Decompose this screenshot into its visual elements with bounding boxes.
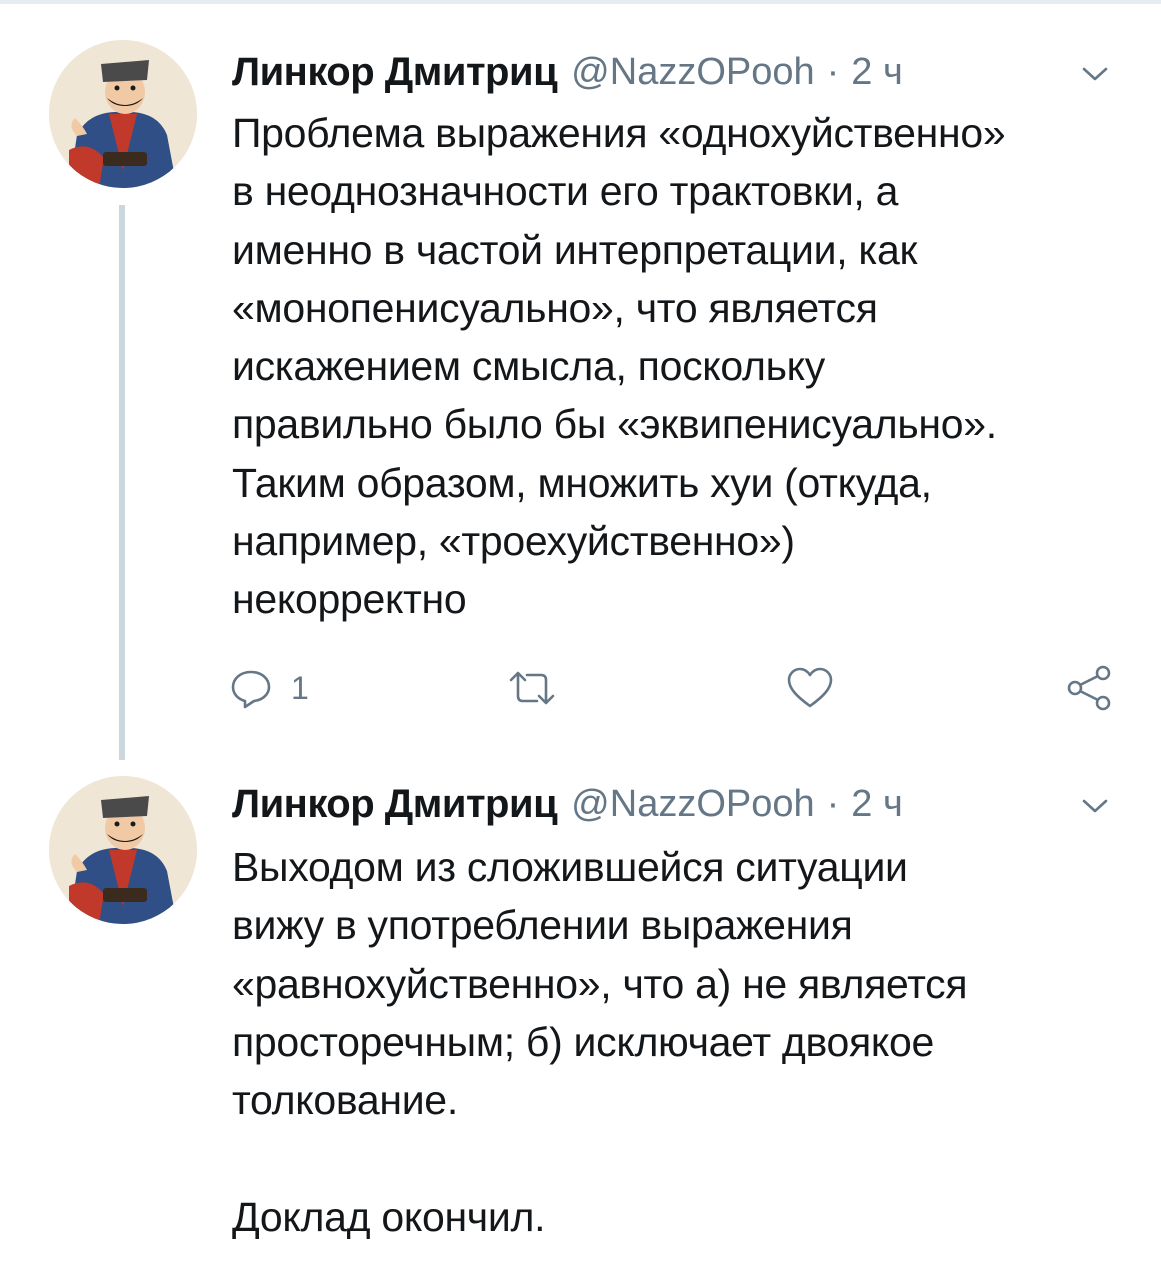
tweet-text-line: некорректно [232,576,467,623]
tweet-text-line: именно в частой интерпретации, как [232,226,918,273]
reply-icon [231,670,271,709]
share-button[interactable] [1065,658,1113,718]
tweet-text-line: например, «троехуйственно») [232,518,795,565]
author-handle[interactable]: @NazzOPooh [571,51,814,94]
tweet-text-line: «монопенисуально», что является [232,284,878,331]
tweet-text-line: Таким образом, множить хуи (откуда, [232,459,932,506]
author-name[interactable]: Линкор Дмитриц [232,50,558,95]
thread-connector-line [119,205,125,760]
chevron-down-icon[interactable] [1082,64,1108,84]
tweet-text-line: толкование. [232,1077,458,1124]
timestamp[interactable]: 2 ч [851,51,903,94]
tweet-text-line: в неоднозначности его трактовки, а [232,168,899,215]
author-handle[interactable]: @NazzOPooh [571,783,814,826]
chevron-down-icon[interactable] [1082,796,1108,816]
tweet-text-line: искажением смысла, поскольку [232,343,825,390]
tweet-text-line: вижу в употреблении выражения [232,902,853,949]
tweet-header: Линкор Дмитриц @NazzOPooh · 2 ч [232,774,903,834]
author-name[interactable]: Линкор Дмитриц [232,782,558,827]
tweet-text-line: Выходом из сложившейся ситуации [232,844,908,890]
tweet-text: Выходом из сложившейся ситуации вижу в у… [232,838,1132,1246]
avatar[interactable] [49,40,197,188]
timestamp[interactable]: 2 ч [851,783,903,826]
tweet-text-line: правильно было бы «эквипенисуально». [232,401,997,448]
cossack-avatar-icon [49,40,197,188]
tweet-1[interactable]: Линкор Дмитриц @NazzOPooh · 2 ч Проблема… [0,0,1161,760]
tweet-text-line: просторечным; б) исключает двоякое [232,1018,935,1065]
reply-count: 1 [291,669,309,706]
tweet-header: Линкор Дмитриц @NazzOPooh · 2 ч [232,42,903,102]
cossack-avatar-icon [49,776,197,924]
heart-icon [787,667,833,708]
retweet-button[interactable] [507,658,557,718]
reply-button[interactable]: 1 [229,658,309,718]
avatar[interactable] [49,776,197,924]
tweet-actions: 1 [229,658,1119,718]
tweet-text-line: Проблема выражения «однохуйственно» [232,110,1006,156]
separator-dot: · [826,50,840,93]
tweet-text-line: Доклад окончил. [232,1193,546,1240]
tweet-text: Проблема выражения «однохуйственно» в не… [232,104,1132,629]
tweet-2[interactable]: Линкор Дмитриц @NazzOPooh · 2 ч Выходом … [0,760,1161,1280]
share-icon [1067,665,1111,711]
tweet-text-line: «равнохуйственно», что а) не является [232,960,968,1007]
retweet-icon [509,671,555,705]
like-button[interactable] [786,658,834,718]
separator-dot: · [826,782,840,825]
